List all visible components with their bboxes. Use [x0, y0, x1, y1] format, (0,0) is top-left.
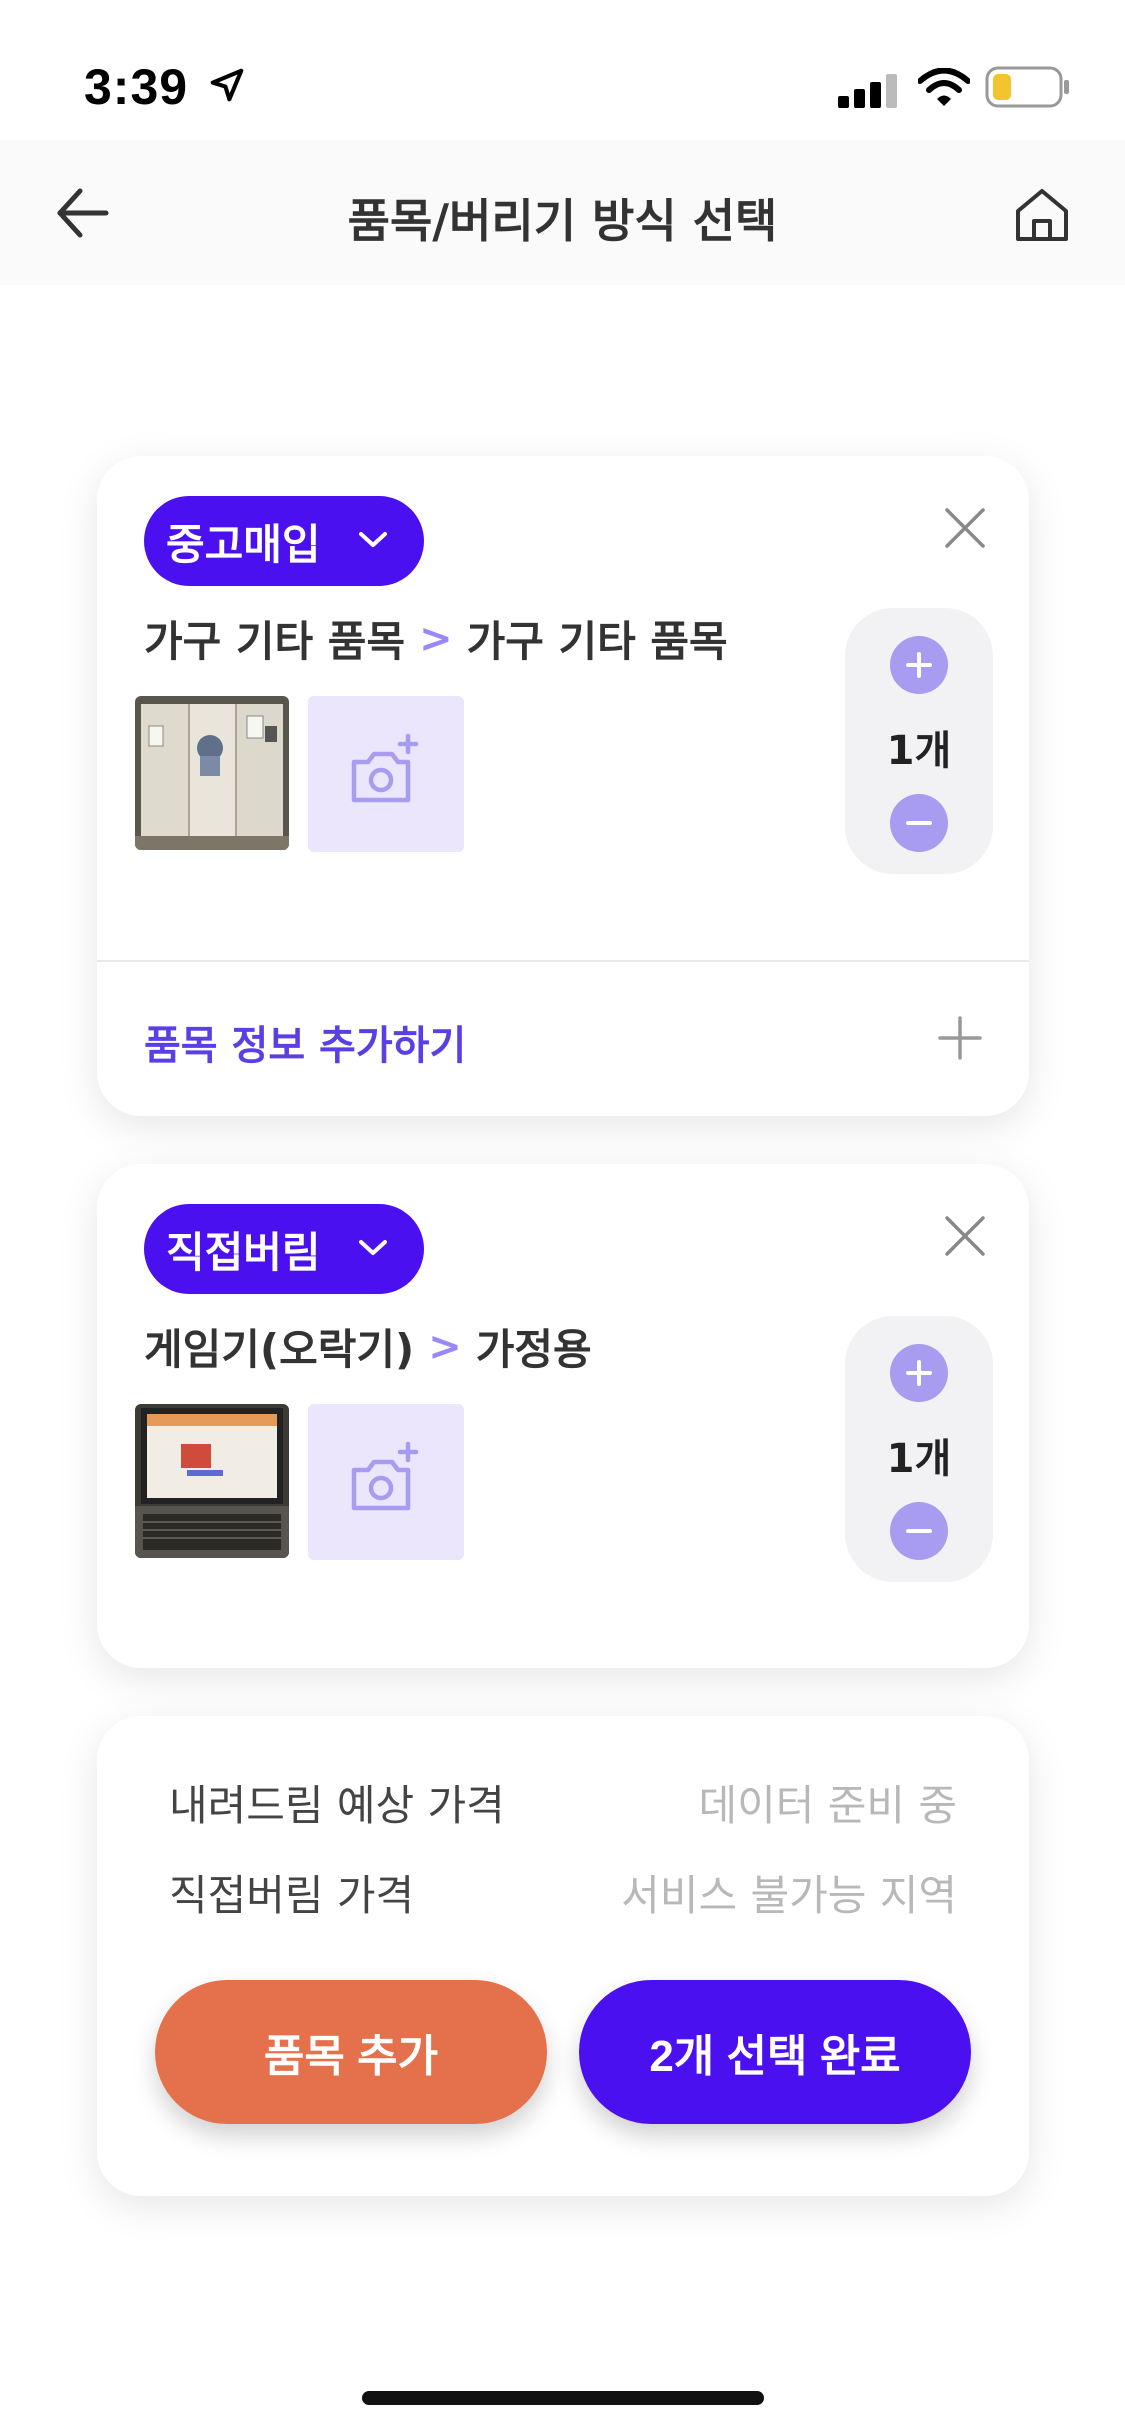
chevron-right-icon: >	[419, 615, 453, 662]
method-dropdown[interactable]: 직접버림	[144, 1204, 424, 1294]
minus-icon	[906, 1529, 932, 1533]
item-photo[interactable]	[135, 1404, 289, 1558]
home-icon[interactable]	[1012, 185, 1072, 245]
plus-icon[interactable]	[938, 1016, 982, 1060]
add-item-button[interactable]: 품목 추가	[155, 1980, 547, 2124]
quantity-value: 1개	[886, 728, 952, 774]
battery-icon	[985, 66, 1069, 108]
subcategory-label: 가정용	[475, 1325, 592, 1374]
cellular-signal-icon	[838, 74, 897, 108]
category-label: 가구 기타 품목	[144, 617, 406, 666]
plus-icon	[906, 1360, 932, 1386]
category-path: 가구 기타 품목 > 가구 기타 품목	[144, 608, 728, 669]
chevron-right-icon: >	[428, 1323, 462, 1370]
location-arrow-icon	[210, 68, 244, 102]
page-title: 품목/버리기 방식 선택	[347, 194, 778, 248]
complete-selection-button[interactable]: 2개 선택 완료	[579, 1980, 971, 2124]
decrease-button[interactable]	[890, 1502, 948, 1560]
subcategory-label: 가구 기타 품목	[466, 617, 728, 666]
quantity-value: 1개	[886, 1436, 952, 1482]
expected-price-label: 내려드림 예상 가격	[169, 1780, 505, 1830]
increase-button[interactable]	[890, 1344, 948, 1402]
direct-price-value: 서비스 불가능 지역	[621, 1870, 957, 1920]
direct-price-row: 직접버림 가격 서비스 불가능 지역	[169, 1862, 957, 1922]
add-item-info-link[interactable]: 품목 정보 추가하기	[144, 1013, 466, 1071]
increase-button[interactable]	[890, 636, 948, 694]
plus-icon	[906, 652, 932, 678]
method-label: 중고매입	[166, 519, 321, 569]
minus-icon	[906, 821, 932, 825]
item-photo[interactable]	[135, 696, 289, 850]
camera-plus-icon	[351, 733, 419, 803]
chevron-down-icon	[359, 1240, 387, 1255]
add-photo-button[interactable]	[308, 696, 464, 852]
home-indicator[interactable]	[362, 2391, 764, 2405]
item-card-1: 중고매입 가구 기타 품목 > 가구 기타 품목 1개 품목 정보 추가하기	[97, 456, 1029, 1116]
method-label: 직접버림	[166, 1227, 321, 1277]
quantity-stepper: 1개	[845, 1316, 993, 1582]
category-path: 게임기(오락기) > 가정용	[144, 1316, 592, 1377]
divider	[97, 960, 1029, 962]
expected-price-value: 데이터 준비 중	[698, 1780, 957, 1830]
method-dropdown[interactable]: 중고매입	[144, 496, 424, 586]
close-icon[interactable]	[943, 506, 987, 550]
status-bar: 3:39	[0, 0, 1125, 140]
quantity-stepper: 1개	[845, 608, 993, 874]
camera-plus-icon	[351, 1441, 419, 1511]
direct-price-label: 직접버림 가격	[169, 1870, 415, 1920]
wifi-icon	[918, 68, 970, 106]
item-card-2: 직접버림 게임기(오락기) > 가정용 1개	[97, 1164, 1029, 1668]
status-time: 3:39	[84, 59, 189, 115]
expected-price-row: 내려드림 예상 가격 데이터 준비 중	[169, 1772, 957, 1832]
decrease-button[interactable]	[890, 794, 948, 852]
close-icon[interactable]	[943, 1214, 987, 1258]
summary-card: 내려드림 예상 가격 데이터 준비 중 직접버림 가격 서비스 불가능 지역 품…	[97, 1716, 1029, 2196]
add-photo-button[interactable]	[308, 1404, 464, 1560]
chevron-down-icon	[359, 532, 387, 547]
category-label: 게임기(오락기)	[144, 1325, 415, 1374]
